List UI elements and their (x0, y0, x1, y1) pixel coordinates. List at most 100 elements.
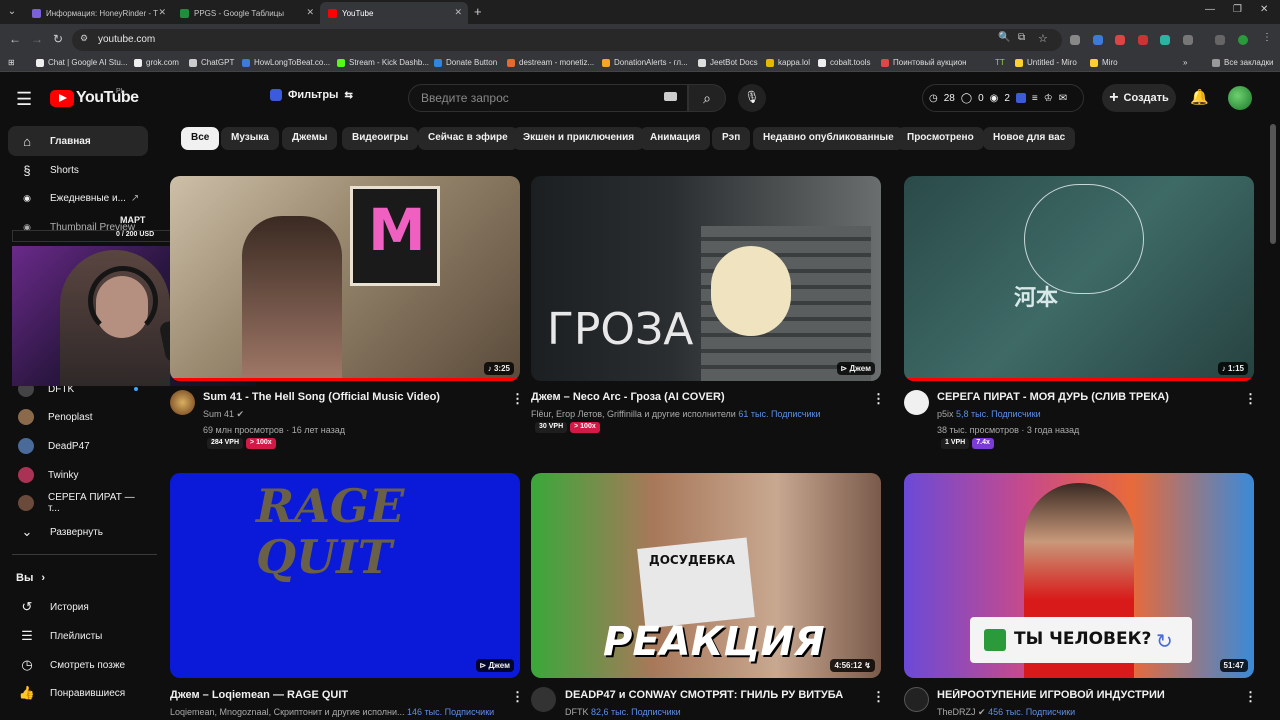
apps-icon[interactable]: ⊞ (8, 58, 15, 67)
sidebar-channel-serega[interactable]: СЕРЕГА ПИРАТ — т... (8, 488, 148, 518)
youtube-logo[interactable]: YouTube (50, 89, 139, 107)
extensions-puzzle-icon[interactable] (1183, 35, 1193, 45)
more-options-icon[interactable]: ⋮ (872, 689, 885, 705)
sidebar-expand-button[interactable]: ⌄ Развернуть (8, 517, 148, 547)
chip-videogames[interactable]: Видеоигры (342, 127, 419, 150)
sidebar-item-home[interactable]: ⌂ Главная (8, 126, 148, 156)
keyboard-icon[interactable] (664, 92, 677, 101)
browser-tab-youtube[interactable]: YouTube ✕ (320, 2, 468, 24)
chip-animation[interactable]: Анимация (640, 127, 711, 150)
tab-search-button[interactable]: ⌄ (4, 4, 20, 20)
bookmark-item[interactable]: Miro (1090, 58, 1118, 67)
install-icon[interactable]: ⧉ (1018, 32, 1025, 43)
more-options-icon[interactable]: ⋮ (1244, 391, 1257, 407)
create-button[interactable]: + Создать (1102, 84, 1176, 112)
chip-new-for-you[interactable]: Новое для вас (983, 127, 1076, 150)
video-title[interactable]: Джем – Loqiemean — RAGE QUIT (170, 689, 500, 701)
voice-search-button[interactable]: 🎙 (738, 84, 766, 112)
bookmark-item[interactable]: Stream - Kick Dashb... (337, 58, 429, 67)
bookmark-item[interactable]: ChatGPT (189, 58, 234, 67)
extension-icon[interactable] (1160, 35, 1170, 45)
page-scrollbar[interactable] (1270, 124, 1276, 244)
bookmark-item[interactable]: TT (995, 58, 1005, 67)
channel-name[interactable]: TheDRZJ ✔ 456 тыс. Подписчики (937, 707, 1075, 718)
video-title[interactable]: Sum 41 - The Hell Song (Official Music V… (203, 391, 503, 403)
sidebar-channel-penoplast[interactable]: Penoplast (8, 402, 148, 432)
channel-name[interactable]: Sum 41 ✔ (203, 409, 244, 420)
more-options-icon[interactable]: ⋮ (1244, 689, 1257, 705)
video-title[interactable]: СЕРЕГА ПИРАТ - МОЯ ДУРЬ (СЛИВ ТРЕКА) (937, 391, 1237, 403)
more-options-icon[interactable]: ⋮ (511, 689, 524, 705)
channel-name[interactable]: DFTK 82,6 тыс. Подписчики (565, 707, 681, 717)
channel-avatar[interactable] (170, 390, 195, 415)
reload-icon[interactable]: ↻ (53, 32, 63, 46)
bookmark-star-icon[interactable]: ☆ (1038, 32, 1048, 45)
search-input[interactable]: Введите запрос (408, 84, 688, 112)
extension-icon[interactable] (1093, 35, 1103, 45)
bookmark-item[interactable]: JeetBot Docs (698, 58, 758, 67)
video-thumbnail[interactable]: ТЫ ЧЕЛОВЕК? ↻ 51:47 (904, 473, 1254, 678)
address-input[interactable]: youtube.com (72, 29, 1062, 51)
chrome-menu-icon[interactable]: ⋮ (1262, 32, 1272, 43)
zoom-icon[interactable]: 🔍 (998, 32, 1010, 43)
video-thumbnail[interactable]: ДОСУДЕБКА РЕАКЦИЯ 4:56:12 ↯ (531, 473, 881, 678)
notifications-bell-icon[interactable]: 🔔 (1190, 88, 1209, 106)
site-info-icon[interactable]: ⚙ (80, 33, 88, 44)
close-tab-icon[interactable]: ✕ (158, 7, 166, 18)
extension-icon[interactable] (1138, 35, 1148, 45)
video-title[interactable]: Джем – Neco Arc - Гроза (AI COVER) (531, 391, 861, 403)
more-bookmarks-icon[interactable]: » (1183, 58, 1187, 67)
back-icon[interactable]: ← (9, 32, 21, 46)
extension-stats-bar[interactable]: ◷ 28 ◯ 0 ◉ 2 ≡ ♔ ✉ (922, 84, 1084, 112)
video-title[interactable]: DEADP47 и CONWAY СМОТРЯТ: ГНИЛЬ РУ ВИТУБ… (565, 689, 865, 701)
bookmark-item[interactable]: Untitled - Miro (1015, 58, 1077, 67)
chip-music[interactable]: Музыка (221, 127, 279, 150)
sidebar-item-daily[interactable]: ◉ Ежедневные и... ↗ (8, 183, 148, 213)
video-thumbnail[interactable]: RAGE QUIT ⊳ Джем (170, 473, 520, 678)
chip-recently-uploaded[interactable]: Недавно опубликованные (753, 127, 904, 150)
more-options-icon[interactable]: ⋮ (511, 391, 524, 407)
video-thumbnail[interactable]: M ♪ 3:25 (170, 176, 520, 381)
channel-avatar[interactable] (531, 687, 556, 712)
extension-icon[interactable] (1070, 35, 1080, 45)
close-tab-icon[interactable]: ✕ (454, 7, 462, 18)
sidebar-item-liked[interactable]: 👍 Понравившиеся (8, 678, 148, 708)
bookmark-item[interactable]: HowLongToBeat.co... (242, 58, 330, 67)
bookmark-item[interactable]: DonationAlerts - гл... (602, 58, 688, 67)
channel-name[interactable]: p5ix 5,8 тыс. Подписчики (937, 409, 1041, 419)
extension-icon[interactable] (1115, 35, 1125, 45)
bookmark-item[interactable]: destream - monetiz... (507, 58, 594, 67)
account-avatar[interactable] (1228, 86, 1252, 110)
sidebar-channel-deadp47[interactable]: DeadP47 (8, 431, 148, 461)
sidebar-channel-twinky[interactable]: Twinky (8, 460, 148, 490)
all-bookmarks-folder[interactable]: Все закладки (1212, 58, 1273, 67)
bookmark-item[interactable]: Chat | Google AI Stu... (36, 58, 127, 67)
channel-name-text[interactable]: Loqiemean, Mnogoznaal, Скриптонит и друг… (170, 707, 405, 717)
sidebar-item-shorts[interactable]: § Shorts (8, 155, 148, 185)
chip-action-adventure[interactable]: Экшен и приключения (513, 127, 645, 150)
search-button[interactable]: ⌕ (688, 84, 726, 112)
more-options-icon[interactable]: ⋮ (872, 391, 885, 407)
media-controls-icon[interactable] (1215, 35, 1225, 45)
new-tab-button[interactable]: + (474, 4, 482, 19)
chip-watched[interactable]: Просмотрено (897, 127, 984, 150)
you-section-header[interactable]: Вы › (16, 572, 45, 584)
chip-live[interactable]: Сейчас в эфире (418, 127, 518, 150)
close-window-icon[interactable]: ✕ (1260, 4, 1268, 15)
chip-all[interactable]: Все (181, 127, 220, 150)
sidebar-item-history[interactable]: ↺ История (8, 592, 148, 622)
bookmark-item[interactable]: Donate Button (434, 58, 497, 67)
chip-rap[interactable]: Рэп (712, 127, 751, 150)
bookmark-item[interactable]: kappa.lol (766, 58, 810, 67)
bookmark-item[interactable]: grok.com (134, 58, 179, 67)
browser-tab-1[interactable]: Информация: HoneyRinder - T ✕ (24, 2, 172, 24)
forward-icon[interactable]: → (31, 32, 43, 46)
channel-avatar[interactable] (904, 390, 929, 415)
bookmark-item[interactable]: Поинтовый аукцион (881, 58, 967, 67)
maximize-icon[interactable]: ❐ (1233, 4, 1242, 15)
browser-tab-2[interactable]: PPGS - Google Таблицы ✕ (172, 2, 320, 24)
channel-name-text[interactable]: Flëur, Егор Летов, Griffinilla и другие … (531, 409, 736, 419)
minimize-icon[interactable]: — (1205, 4, 1215, 15)
sidebar-item-playlists[interactable]: ☰ Плейлисты (8, 621, 148, 651)
close-tab-icon[interactable]: ✕ (306, 7, 314, 18)
